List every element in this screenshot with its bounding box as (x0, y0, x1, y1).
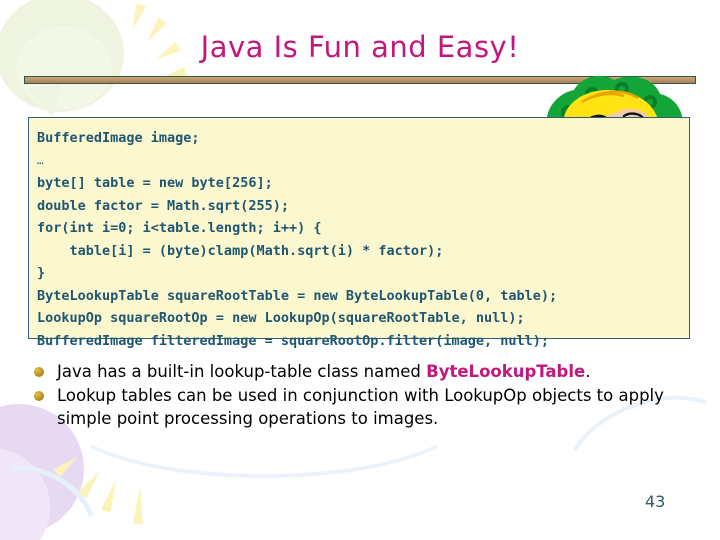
sun-ray-icon (53, 453, 81, 477)
bullet-text-pre: Java has a built-in lookup-table class n… (57, 362, 427, 381)
bullet-text: Java has a built-in lookup-table class n… (57, 360, 590, 383)
bullet-text: Lookup tables can be used in conjunction… (57, 386, 664, 428)
code-line: for(int i=0; i<table.length; i++) { (37, 220, 322, 236)
code-line: LookupOp squareRootOp = new LookupOp(squ… (37, 310, 525, 326)
code-block: BufferedImage image; … byte[] table = ne… (28, 117, 690, 349)
bullet-dot-icon (34, 367, 44, 377)
purple-circle-watermark-secondary-icon (0, 448, 50, 540)
sun-ray-icon (78, 467, 104, 499)
bullet-text-highlight: ByteLookupTable (426, 362, 586, 381)
bullet-list: Java has a built-in lookup-table class n… (34, 360, 694, 431)
bullet-dot-icon (34, 391, 44, 401)
code-line: … (37, 153, 44, 167)
speech-bubble-tail-icon (27, 83, 67, 121)
code-line: BufferedImage filteredImage = squareRoot… (37, 332, 550, 349)
sun-ray-icon (100, 477, 122, 513)
code-line: } (37, 265, 46, 281)
list-item: Java has a built-in lookup-table class n… (34, 360, 694, 383)
code-line: byte[] table = new byte[256]; (37, 175, 273, 191)
page-number: 43 (645, 492, 666, 511)
slide-canvas: Java Is Fun and Easy! BufferedImage imag… (0, 0, 720, 540)
code-line: ByteLookupTable squareRootTable = new By… (37, 287, 558, 304)
sun-ray-icon (132, 485, 146, 525)
list-item: Lookup tables can be used in conjunction… (34, 384, 694, 430)
code-line: double factor = Math.sqrt(255); (37, 197, 289, 214)
bullet-text-post: . (585, 362, 591, 381)
code-line: BufferedImage image; (37, 130, 200, 146)
code-line: table[i] = (byte)clamp(Math.sqrt(i) * fa… (37, 242, 444, 259)
slide-title: Java Is Fun and Easy! (200, 30, 520, 64)
swoosh-arc-icon (0, 444, 117, 540)
sun-ray-icon (127, 3, 147, 31)
